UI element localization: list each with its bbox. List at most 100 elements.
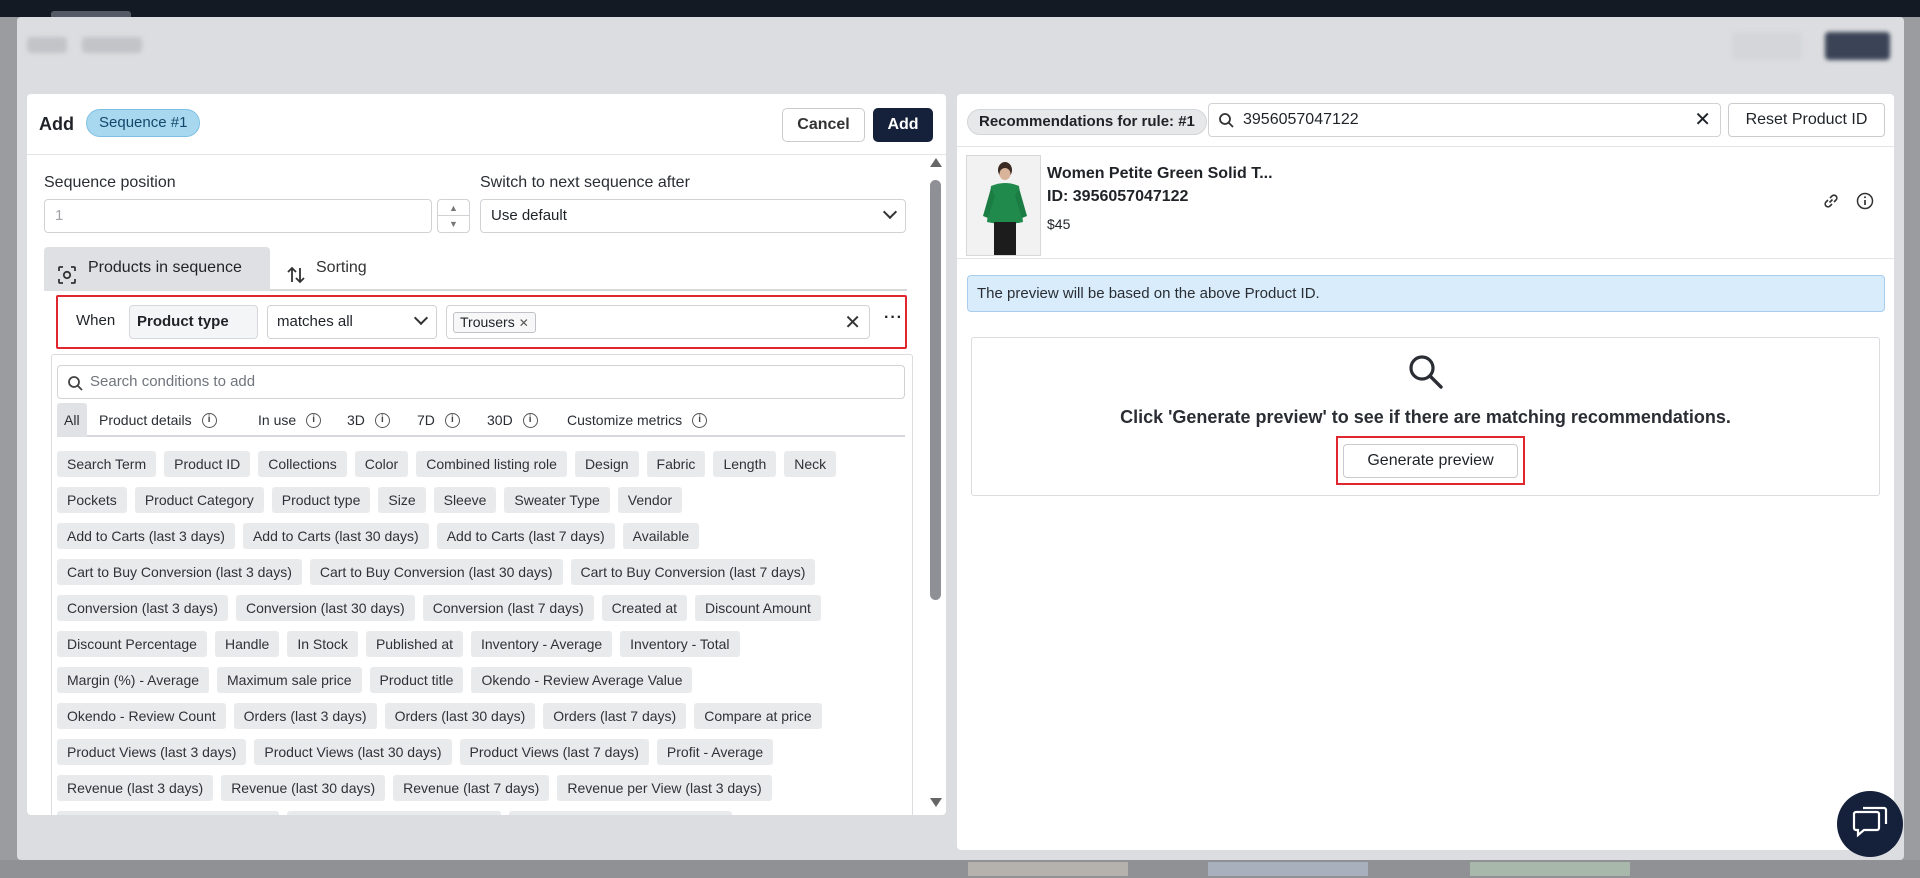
condition-chip[interactable]: Discount Percentage <box>57 631 207 657</box>
condition-search-input[interactable]: Search conditions to add <box>57 365 905 399</box>
condition-chip[interactable]: Compare at price <box>694 703 822 729</box>
operator-select[interactable]: matches all <box>267 305 437 339</box>
condition-chip[interactable]: Handle <box>214 631 280 657</box>
condition-chip[interactable]: Margin (%) - Average <box>57 667 210 693</box>
link-icon[interactable] <box>1822 192 1840 215</box>
condition-chip[interactable]: Length <box>713 451 777 477</box>
condition-chip[interactable]: Cart to Buy Conversion (last 7 days) <box>570 559 816 585</box>
cancel-button[interactable]: Cancel <box>782 108 865 142</box>
chip-row: Pockets Product Category Product type Size S… <box>57 487 690 513</box>
condition-chip[interactable]: Orders (last 30 days) <box>384 703 536 729</box>
condition-chip[interactable]: Vendor <box>617 487 683 513</box>
chevron-up-icon[interactable]: ▲ <box>438 200 469 216</box>
filter-tab-label: 30D <box>487 412 513 428</box>
add-button[interactable]: Add <box>873 108 933 142</box>
condition-chip[interactable]: Design <box>574 451 639 477</box>
chevron-down-icon[interactable]: ▼ <box>438 216 469 232</box>
condition-chip[interactable]: Neck <box>784 451 837 477</box>
scroll-thumb[interactable] <box>930 180 941 600</box>
product-id-input[interactable]: 3956057047122 ✕ <box>1208 103 1721 137</box>
panel-scrollbar[interactable] <box>927 158 943 813</box>
condition-chip[interactable]: Color <box>354 451 409 477</box>
filter-tab-all[interactable]: All <box>57 403 87 437</box>
condition-chip[interactable]: Search Term <box>57 451 157 477</box>
condition-chip[interactable]: Orders (last 7 days) <box>543 703 687 729</box>
scroll-up-icon[interactable] <box>930 158 942 167</box>
condition-chip[interactable]: Fabric <box>646 451 706 477</box>
condition-chip[interactable]: Product type <box>271 487 371 513</box>
sequence-position-input[interactable]: 1 <box>44 199 432 233</box>
product-id: ID: 3956057047122 <box>1047 188 1189 205</box>
condition-field[interactable]: Product type <box>129 305 258 339</box>
chat-button[interactable] <box>1837 791 1903 857</box>
condition-chip[interactable]: Revenue (last 7 days) <box>393 775 550 801</box>
position-stepper[interactable]: ▲ ▼ <box>437 199 470 233</box>
condition-chip[interactable]: Maximum sale price <box>217 667 362 693</box>
filter-tab-30d[interactable]: 30D i <box>487 403 538 437</box>
condition-chip[interactable]: Revenue per View (last 3 days) <box>557 775 772 801</box>
condition-chip[interactable]: Pockets <box>57 487 127 513</box>
condition-chip[interactable]: Inventory - Total <box>620 631 740 657</box>
condition-chip[interactable]: Inventory - Average <box>471 631 613 657</box>
condition-chip[interactable]: Revenue per View (last 7 days) <box>287 811 502 815</box>
filter-tab-in-use[interactable]: In use i <box>258 403 322 437</box>
condition-chip[interactable]: Conversion (last 30 days) <box>235 595 415 621</box>
more-options-icon[interactable]: ··· <box>884 309 903 327</box>
when-label: When <box>76 312 116 329</box>
condition-chip[interactable]: Profit - Average <box>656 739 774 765</box>
info-icon[interactable] <box>1856 192 1874 215</box>
clear-values-icon[interactable]: ✕ <box>844 310 861 335</box>
tab-products-in-sequence[interactable]: Products in sequence <box>44 247 270 291</box>
info-icon: i <box>444 412 460 428</box>
condition-chip[interactable]: Add to Carts (last 30 days) <box>242 523 429 549</box>
condition-chip[interactable]: Okendo - Review Count <box>57 703 226 729</box>
condition-chip[interactable]: Cart to Buy Conversion (last 30 days) <box>309 559 563 585</box>
condition-chip[interactable]: Conversion (last 3 days) <box>57 595 228 621</box>
condition-chip[interactable]: Conversion (last 7 days) <box>422 595 594 621</box>
chevron-down-icon <box>413 310 429 326</box>
condition-chip[interactable]: Revenue (last 30 days) <box>221 775 386 801</box>
remove-token-icon[interactable]: ✕ <box>519 316 529 330</box>
condition-chip[interactable]: In Stock <box>287 631 358 657</box>
filter-tab-product-details[interactable]: Product details i <box>99 403 217 437</box>
condition-chip[interactable]: Add to Carts (last 7 days) <box>436 523 615 549</box>
condition-chip[interactable]: Okendo - Review Average Value <box>471 667 693 693</box>
condition-chip[interactable]: Size <box>378 487 426 513</box>
condition-chip[interactable]: Available <box>622 523 700 549</box>
condition-chip[interactable]: Cart to Buy Conversion (last 3 days) <box>57 559 302 585</box>
condition-chip[interactable]: Revenue per Visitor (last 3 days) <box>509 811 733 815</box>
condition-chip[interactable]: Combined listing role <box>416 451 567 477</box>
scroll-down-icon[interactable] <box>930 798 942 807</box>
condition-chip[interactable]: Product title <box>369 667 464 693</box>
condition-chip[interactable]: Collections <box>258 451 347 477</box>
switch-sequence-select[interactable]: Use default <box>480 199 906 233</box>
condition-chip[interactable]: Revenue per View (last 30 days) <box>57 811 280 815</box>
condition-chip[interactable]: Sweater Type <box>504 487 610 513</box>
filter-tab-7d[interactable]: 7D i <box>417 403 460 437</box>
condition-chip[interactable]: Sleeve <box>433 487 497 513</box>
condition-chip[interactable]: Revenue (last 3 days) <box>57 775 214 801</box>
condition-chip[interactable]: Product Views (last 3 days) <box>57 739 247 765</box>
reset-product-id-button[interactable]: Reset Product ID <box>1728 103 1885 137</box>
condition-chip[interactable]: Product ID <box>164 451 251 477</box>
condition-chip[interactable]: Add to Carts (last 3 days) <box>57 523 235 549</box>
clear-icon[interactable]: ✕ <box>1694 104 1711 136</box>
condition-chip[interactable]: Discount Amount <box>695 595 821 621</box>
modal-header <box>17 17 1904 73</box>
search-icon <box>1406 352 1446 397</box>
filter-tab-3d[interactable]: 3D i <box>347 403 390 437</box>
generate-preview-button[interactable]: Generate preview <box>1343 444 1518 478</box>
condition-chip[interactable]: Published at <box>365 631 463 657</box>
value-token: Trousers ✕ <box>453 312 536 333</box>
condition-chip[interactable]: Product Views (last 30 days) <box>254 739 452 765</box>
filter-tab-customize-metrics[interactable]: Customize metrics i <box>567 403 708 437</box>
condition-chip[interactable]: Created at <box>601 595 688 621</box>
chevron-down-icon <box>882 204 898 220</box>
condition-chip[interactable]: Product Views (last 7 days) <box>459 739 649 765</box>
app-topbar <box>0 0 1920 21</box>
condition-chip[interactable]: Product Category <box>134 487 264 513</box>
condition-chip[interactable]: Orders (last 3 days) <box>233 703 377 729</box>
tab-sorting[interactable]: Sorting <box>286 247 386 291</box>
value-token-input[interactable]: Trousers ✕ ✕ <box>446 305 870 339</box>
preview-prompt: Click 'Generate preview' to see if there… <box>1120 407 1731 427</box>
